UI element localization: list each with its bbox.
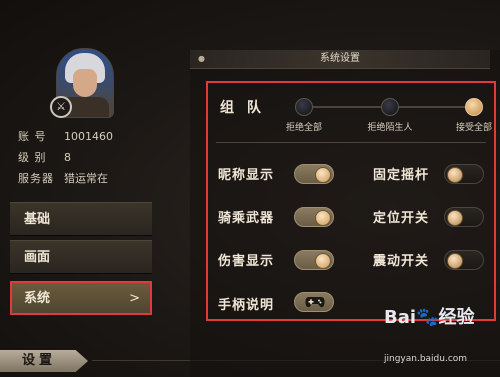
panel-title: 系统设置 bbox=[320, 53, 360, 64]
team-option-label: 接受全部 bbox=[455, 123, 492, 133]
location-switch-label: 定位开关 bbox=[373, 211, 430, 226]
nickname-display-toggle[interactable] bbox=[294, 164, 334, 184]
team-label: 组 队 bbox=[220, 100, 265, 116]
nickname-display-label: 昵称显示 bbox=[218, 168, 275, 183]
footer-title: 设置 bbox=[22, 353, 57, 368]
menu-item-label: 画面 bbox=[24, 250, 51, 265]
vibration-switch-toggle[interactable] bbox=[444, 250, 484, 270]
watermark-brand: Bai🐾经验 bbox=[384, 307, 475, 328]
radio-dot-selected[interactable] bbox=[465, 98, 483, 116]
account-value: 1001460 bbox=[64, 130, 113, 143]
bullet-icon: ● bbox=[198, 54, 205, 63]
server-row: 服务器 猎运常在 bbox=[18, 170, 108, 186]
settings-footer-tab: 设置 bbox=[0, 350, 88, 372]
gamepad-help-button[interactable] bbox=[294, 292, 334, 312]
mount-weapon-label: 骑乘武器 bbox=[218, 211, 275, 226]
gamepad-help-label: 手柄说明 bbox=[218, 298, 275, 313]
team-option-reject-strangers[interactable]: 拒绝陌生人 bbox=[355, 98, 425, 133]
mount-weapon-toggle[interactable] bbox=[294, 207, 334, 227]
watermark-url: jingyan.baidu.com bbox=[384, 354, 468, 364]
team-option-accept-all[interactable]: 接受全部 bbox=[439, 98, 500, 133]
level-value: 8 bbox=[64, 151, 71, 164]
baidu-jingyan-watermark: Bai🐾经验 bbox=[384, 303, 474, 329]
menu-item-label: 系统 bbox=[24, 291, 51, 306]
radio-dot[interactable] bbox=[295, 98, 313, 116]
damage-display-label: 伤害显示 bbox=[218, 254, 275, 269]
account-label: 账 号 bbox=[18, 130, 47, 143]
team-option-label: 拒绝全部 bbox=[285, 123, 322, 133]
location-switch-toggle[interactable] bbox=[444, 207, 484, 227]
toggle-knob bbox=[315, 167, 331, 183]
level-row: 级 别 8 bbox=[18, 149, 71, 165]
toggle-knob bbox=[447, 167, 463, 183]
crossed-swords-icon: ⚔ bbox=[50, 96, 72, 118]
account-row: 账 号 1001460 bbox=[18, 128, 113, 144]
radio-dot[interactable] bbox=[381, 98, 399, 116]
gamepad-icon bbox=[305, 297, 325, 308]
toggle-knob bbox=[447, 210, 463, 226]
fixed-joystick-label: 固定摇杆 bbox=[373, 168, 430, 183]
section-divider bbox=[216, 142, 486, 143]
toggle-knob bbox=[315, 210, 331, 226]
server-value: 猎运常在 bbox=[64, 172, 108, 185]
level-label: 级 别 bbox=[18, 151, 47, 164]
menu-item-label: 基础 bbox=[24, 212, 51, 227]
panel-header: ● 系统设置 bbox=[190, 50, 490, 69]
team-option-label: 拒绝陌生人 bbox=[367, 123, 413, 133]
vibration-switch-label: 震动开关 bbox=[373, 254, 430, 269]
chevron-right-icon: > bbox=[129, 291, 140, 306]
menu-item-system[interactable]: 系统 > bbox=[10, 281, 152, 315]
toggle-knob bbox=[315, 253, 331, 269]
toggle-knob bbox=[447, 253, 463, 269]
damage-display-toggle[interactable] bbox=[294, 250, 334, 270]
left-panel: ⚔ 账 号 1001460 级 别 8 服务器 猎运常在 基础 画面 系统 > bbox=[0, 0, 175, 377]
server-label: 服务器 bbox=[18, 172, 54, 185]
menu-item-basic[interactable]: 基础 bbox=[10, 202, 152, 236]
team-option-reject-all[interactable]: 拒绝全部 bbox=[269, 98, 339, 133]
menu-item-graphics[interactable]: 画面 bbox=[10, 240, 152, 274]
fixed-joystick-toggle[interactable] bbox=[444, 164, 484, 184]
